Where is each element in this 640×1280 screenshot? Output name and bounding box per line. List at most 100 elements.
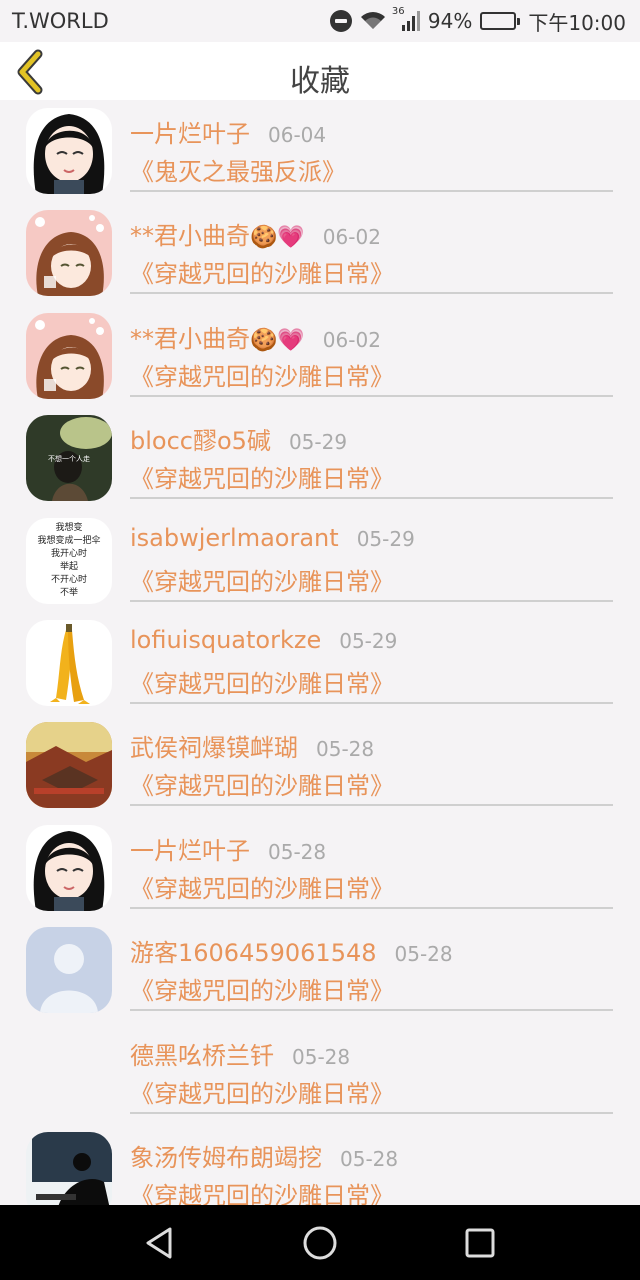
list-item[interactable]: 武侯祠爆镆衅瑚 05-28 《穿越咒回的沙雕日常》 [0, 714, 640, 816]
name-line: 武侯祠爆镆衅瑚 05-28 [130, 728, 374, 763]
name-line: 德黑吆桥兰钎 05-28 [130, 1036, 350, 1071]
user-name[interactable]: **君小曲奇 [130, 222, 250, 250]
avatar[interactable] [26, 210, 112, 297]
page-title: 收藏 [290, 64, 350, 99]
book-title[interactable]: 《穿越咒回的沙雕日常》 [130, 664, 394, 699]
avatar[interactable] [26, 620, 112, 706]
photo-woman-avatar: 不想一个人走 [26, 415, 112, 502]
favorite-date: 05-29 [339, 629, 398, 653]
list-item[interactable]: 一片烂叶子 05-28 《穿越咒回的沙雕日常》 [0, 817, 640, 919]
anime-brown-hair-avatar [26, 210, 112, 297]
divider [130, 292, 613, 295]
triangle-back-icon [146, 1227, 172, 1259]
book-title[interactable]: 《穿越咒回的沙雕日常》 [130, 971, 394, 1006]
system-nav-bar [0, 1205, 640, 1280]
user-name[interactable]: 武侯祠爆镆衅瑚 [130, 734, 298, 762]
book-title[interactable]: 《穿越咒回的沙雕日常》 [130, 254, 394, 289]
avatar[interactable] [26, 927, 112, 1014]
clock: 下午10:00 [528, 10, 626, 35]
anime-black-hair-avatar [26, 824, 112, 911]
avatar[interactable] [26, 722, 112, 809]
carrier-label: T.WORLD [12, 9, 109, 33]
book-title[interactable]: 《穿越咒回的沙雕日常》 [130, 562, 394, 597]
favorite-date: 06-04 [268, 123, 327, 147]
divider [130, 906, 613, 909]
name-emoji: 🍪💗 [250, 225, 305, 251]
avatar[interactable] [26, 824, 112, 911]
name-line: **君小曲奇🍪💗 06-02 [130, 216, 381, 251]
divider [130, 599, 613, 602]
user-name[interactable]: 一片烂叶子 [130, 837, 250, 865]
divider [130, 1009, 613, 1012]
list-item[interactable]: 我想变 我想变成一把伞 我开心时 举起 不开心时 不举 isabwjerlmaorant 05… [0, 510, 640, 612]
list-item[interactable]: 游客1606459061548 05-28 《穿越咒回的沙雕日常》 [0, 919, 640, 1021]
svg-text:我想变: 我想变 [55, 521, 82, 533]
favorite-date: 06-02 [322, 327, 381, 352]
user-name[interactable]: 象汤传姆布朗竭挖 [130, 1144, 322, 1172]
svg-text:我开心时: 我开心时 [51, 547, 87, 559]
book-title[interactable]: 《穿越咒回的沙雕日常》 [130, 459, 394, 494]
divider [130, 497, 613, 500]
nav-recents-button[interactable] [460, 1223, 500, 1263]
name-line: isabwjerlmaorant 05-29 [130, 524, 415, 552]
favorite-date: 05-29 [356, 526, 415, 551]
name-line: blocc醪o5碱 05-29 [130, 421, 347, 456]
avatar[interactable] [26, 1132, 112, 1205]
anime-black-hair-avatar [26, 108, 112, 194]
divider [130, 702, 613, 704]
user-name[interactable]: **君小曲奇 [130, 325, 250, 353]
avatar[interactable]: 不想一个人走 [26, 415, 112, 502]
book-title[interactable]: 《穿越咒回的沙雕日常》 [130, 357, 394, 392]
user-name[interactable]: lofiuisquatorkze [130, 626, 321, 654]
name-line: 游客1606459061548 05-28 [130, 933, 453, 968]
book-title[interactable]: 《穿越咒回的沙雕日常》 [130, 869, 394, 904]
divider [130, 394, 613, 397]
list-item[interactable]: lofiuisquatorkze 05-29 《穿越咒回的沙雕日常》 [0, 612, 640, 714]
avatar[interactable] [26, 108, 112, 194]
user-name[interactable]: blocc醪o5碱 [130, 427, 271, 455]
svg-text:不举: 不举 [60, 586, 78, 598]
status-bar: T.WORLD 36 94% 下午10:00 [0, 0, 640, 42]
favorite-date: 05-28 [268, 839, 327, 864]
favorite-date: 05-28 [394, 942, 453, 967]
nav-back-button[interactable] [140, 1223, 180, 1263]
list-item[interactable]: **君小曲奇🍪💗 06-02 《穿越咒回的沙雕日常》 [0, 202, 640, 304]
name-line: **君小曲奇🍪💗 06-02 [130, 319, 381, 354]
book-title[interactable]: 《穿越咒回的沙雕日常》 [130, 766, 394, 801]
avatar[interactable] [26, 1029, 112, 1116]
default-user-avatar [26, 927, 112, 1014]
favorite-date: 05-28 [292, 1044, 351, 1069]
divider [130, 804, 613, 807]
empty-avatar [26, 1029, 112, 1116]
list-item[interactable]: 象汤传姆布朗竭挖 05-28 《穿越咒回的沙雕日常》 [0, 1124, 640, 1205]
name-line: 一片烂叶子 06-04 [130, 114, 326, 149]
favorite-date: 05-29 [288, 430, 348, 455]
svg-text:我想变成一把伞: 我想变成一把伞 [37, 534, 100, 546]
nav-home-button[interactable] [300, 1223, 340, 1263]
book-title[interactable]: 《穿越咒回的沙雕日常》 [130, 1176, 394, 1205]
book-title[interactable]: 《鬼灭之最强反派》 [130, 152, 346, 187]
anime-brown-hair-avatar [26, 312, 112, 399]
name-emoji: 🍪💗 [250, 327, 305, 353]
name-line: 象汤传姆布朗竭挖 05-28 [130, 1138, 398, 1173]
palace-painting-avatar [26, 722, 112, 809]
list-item[interactable]: 德黑吆桥兰钎 05-28 《穿越咒回的沙雕日常》 [0, 1022, 640, 1124]
name-line: 一片烂叶子 05-28 [130, 831, 326, 866]
wifi-icon [360, 12, 385, 29]
battery-percent: 94% [427, 9, 473, 33]
list-item[interactable]: 一片烂叶子 06-04 《鬼灭之最强反派》 [0, 100, 640, 202]
favorite-date: 05-28 [316, 737, 375, 762]
banana-avatar [26, 620, 112, 706]
list-item[interactable]: 不想一个人走 blocc醪o5碱 05-29 《穿越咒回的沙雕日常》 [0, 407, 640, 509]
user-name[interactable]: isabwjerlmaorant [130, 524, 339, 552]
avatar[interactable] [26, 312, 112, 399]
list-item[interactable]: **君小曲奇🍪💗 06-02 《穿越咒回的沙雕日常》 [0, 305, 640, 407]
favorite-date: 05-28 [340, 1147, 399, 1171]
name-line: lofiuisquatorkze 05-29 [130, 626, 397, 654]
text-avatar: 我想变我想变成一把伞我开心时举起不开心时不举 [26, 517, 112, 604]
book-title[interactable]: 《穿越咒回的沙雕日常》 [130, 1074, 394, 1109]
avatar[interactable]: 我想变 我想变成一把伞 我开心时 举起 不开心时 不举 [26, 517, 112, 604]
user-name[interactable]: 一片烂叶子 [130, 120, 250, 148]
user-name[interactable]: 游客1606459061548 [130, 939, 377, 967]
user-name[interactable]: 德黑吆桥兰钎 [130, 1042, 274, 1070]
